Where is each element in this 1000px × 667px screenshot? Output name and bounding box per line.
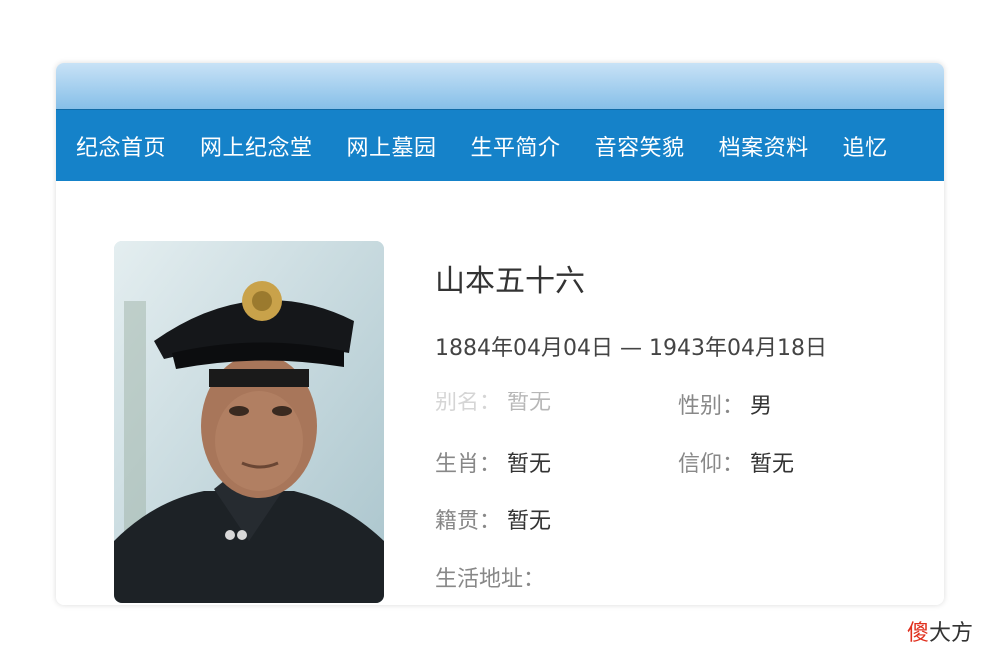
nav-online-cemetery[interactable]: 网上墓园 <box>347 130 437 162</box>
zodiac-field: 生肖： 暂无 <box>435 446 551 478</box>
native-place-value: 暂无 <box>507 509 552 534</box>
watermark-first-char: 傻 <box>907 621 930 646</box>
zodiac-label: 生肖： <box>435 452 502 477</box>
person-name: 山本五十六 <box>435 264 585 299</box>
main-navigation: 纪念首页 网上纪念堂 网上墓园 生平简介 音容笑貌 档案资料 追忆 <box>56 109 944 182</box>
native-place-field: 籍贯： 暂无 <box>435 503 551 535</box>
alias-label: 别名： <box>435 390 502 415</box>
watermark: 傻大方 <box>907 615 973 647</box>
gender-label: 性别： <box>678 394 745 419</box>
address-label: 生活地址： <box>435 567 546 592</box>
gender-value: 男 <box>750 394 773 419</box>
religion-field: 信仰： 暂无 <box>678 446 794 478</box>
nav-biography[interactable]: 生平简介 <box>471 130 561 162</box>
address-field: 生活地址： <box>435 561 551 593</box>
life-dates: 1884年04月04日 — 1943年04月18日 <box>435 336 827 361</box>
zodiac-value: 暂无 <box>507 452 552 477</box>
nav-online-memorial-hall[interactable]: 网上纪念堂 <box>200 130 313 162</box>
watermark-rest: 大方 <box>929 621 974 646</box>
alias-value: 暂无 <box>507 390 552 415</box>
header-banner <box>56 63 944 109</box>
native-place-label: 籍贯： <box>435 509 502 534</box>
portrait-photo <box>114 241 384 603</box>
religion-value: 暂无 <box>750 452 795 477</box>
gender-field: 性别：男 <box>678 388 772 420</box>
nav-remembrance[interactable]: 追忆 <box>843 130 888 162</box>
nav-archives[interactable]: 档案资料 <box>719 130 809 162</box>
nav-home[interactable]: 纪念首页 <box>76 130 166 162</box>
nav-photos[interactable]: 音容笑貌 <box>595 130 685 162</box>
religion-label: 信仰： <box>678 452 745 477</box>
